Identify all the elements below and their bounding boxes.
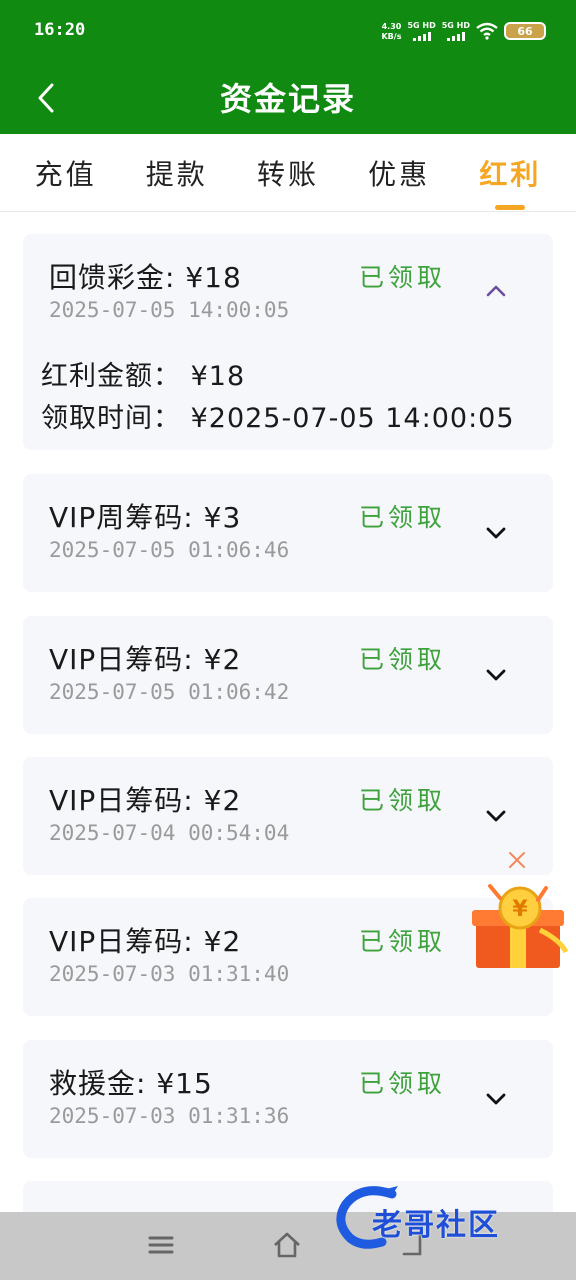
record-title: VIP日筹码: ¥2 xyxy=(49,784,242,817)
record-card[interactable]: VIP周筹码: ¥3 2025-07-05 01:06:46 已领取 xyxy=(23,474,553,592)
record-status: 已领取 xyxy=(359,786,447,815)
tab-label: 红利 xyxy=(479,157,542,191)
record-status: 已领取 xyxy=(359,263,447,292)
bonus-amount: 红利金额： ¥18 xyxy=(41,361,246,392)
record-title: VIP周筹码: ¥3 xyxy=(49,501,242,534)
record-date: 2025-07-03 01:31:40 xyxy=(49,962,290,986)
record-card[interactable]: VIP日筹码: ¥2 2025-07-04 00:54:04 已领取 xyxy=(23,757,553,875)
close-icon[interactable] xyxy=(507,850,527,870)
tab-label: 提款 xyxy=(145,157,208,191)
sim2-signal: 5G HD xyxy=(442,21,470,41)
battery-level: 66 xyxy=(517,24,533,38)
sim1-label: 5G HD xyxy=(407,21,436,30)
page-title: 资金记录 xyxy=(219,80,356,118)
claim-time: 领取时间： ¥2025-07-05 14:00:05 xyxy=(41,403,515,434)
sim1-signal: 5G HD xyxy=(407,21,436,41)
tab-label: 优惠 xyxy=(368,157,431,191)
record-title: 救援金: ¥15 xyxy=(49,1067,213,1100)
chevron-down-icon[interactable] xyxy=(485,1088,507,1110)
chevron-down-icon[interactable] xyxy=(485,664,507,686)
record-status: 已领取 xyxy=(359,645,447,674)
app-header: 16:20 4.30 KB/s 5G HD 5G HD 66 资金记录 xyxy=(0,0,576,134)
chevron-down-icon[interactable] xyxy=(485,522,507,544)
tab-bar: 充值 提款 转账 优惠 红利 xyxy=(0,134,576,212)
tab-label: 充值 xyxy=(34,157,97,191)
tab-withdraw[interactable]: 提款 xyxy=(140,134,214,212)
record-date: 2025-07-05 01:06:42 xyxy=(49,680,290,704)
tab-recharge[interactable]: 充值 xyxy=(29,134,103,212)
chevron-down-icon[interactable] xyxy=(485,805,507,827)
record-date: 2025-07-05 01:06:46 xyxy=(49,538,290,562)
tab-promotion[interactable]: 优惠 xyxy=(362,134,436,212)
tab-transfer[interactable]: 转账 xyxy=(251,134,325,212)
home-icon[interactable] xyxy=(272,1230,302,1260)
record-status: 已领取 xyxy=(359,503,447,532)
chevron-up-icon[interactable] xyxy=(485,280,507,302)
gift-box-icon[interactable]: ¥ xyxy=(470,880,568,972)
record-title: VIP日筹码: ¥2 xyxy=(49,925,242,958)
net-speed-unit: KB/s xyxy=(381,31,402,41)
active-tab-indicator xyxy=(495,204,526,210)
net-speed-value: 4.30 xyxy=(381,21,402,31)
record-card[interactable]: 救援金: ¥15 2025-07-03 01:31:36 已领取 xyxy=(23,1040,553,1158)
net-speed: 4.30 KB/s xyxy=(381,22,401,41)
tab-label: 转账 xyxy=(256,157,319,191)
record-date: 2025-07-03 01:31:36 xyxy=(49,1104,290,1128)
signal-bars-icon xyxy=(412,31,431,41)
record-status: 已领取 xyxy=(359,1069,447,1098)
nav-header: 资金记录 xyxy=(0,60,576,134)
record-date: 2025-07-05 14:00:05 xyxy=(49,298,290,322)
back-nav-icon[interactable] xyxy=(398,1230,428,1260)
record-status: 已领取 xyxy=(359,927,447,956)
sim2-label: 5G HD xyxy=(441,21,470,30)
record-title: 回馈彩金: ¥18 xyxy=(49,261,242,294)
battery-icon: 66 xyxy=(504,22,546,40)
record-card[interactable]: VIP日筹码: ¥2 2025-07-05 01:06:42 已领取 xyxy=(23,616,553,734)
system-nav-bar xyxy=(0,1212,576,1280)
menu-icon[interactable] xyxy=(146,1230,176,1260)
tab-bonus[interactable]: 红利 xyxy=(473,134,547,212)
status-time: 16:20 xyxy=(34,20,86,40)
wifi-icon xyxy=(476,22,498,40)
status-bar: 16:20 4.30 KB/s 5G HD 5G HD 66 xyxy=(0,0,576,60)
svg-text:¥: ¥ xyxy=(512,897,528,922)
record-date: 2025-07-04 00:54:04 xyxy=(49,821,290,845)
status-icons: 4.30 KB/s 5G HD 5G HD 66 xyxy=(381,18,546,44)
record-title: VIP日筹码: ¥2 xyxy=(49,643,242,676)
record-list: 回馈彩金: ¥18 2025-07-05 14:00:05 已领取 红利金额： … xyxy=(0,212,576,1241)
signal-bars-icon xyxy=(446,31,465,41)
record-card-expanded[interactable]: 回馈彩金: ¥18 2025-07-05 14:00:05 已领取 红利金额： … xyxy=(23,234,553,450)
